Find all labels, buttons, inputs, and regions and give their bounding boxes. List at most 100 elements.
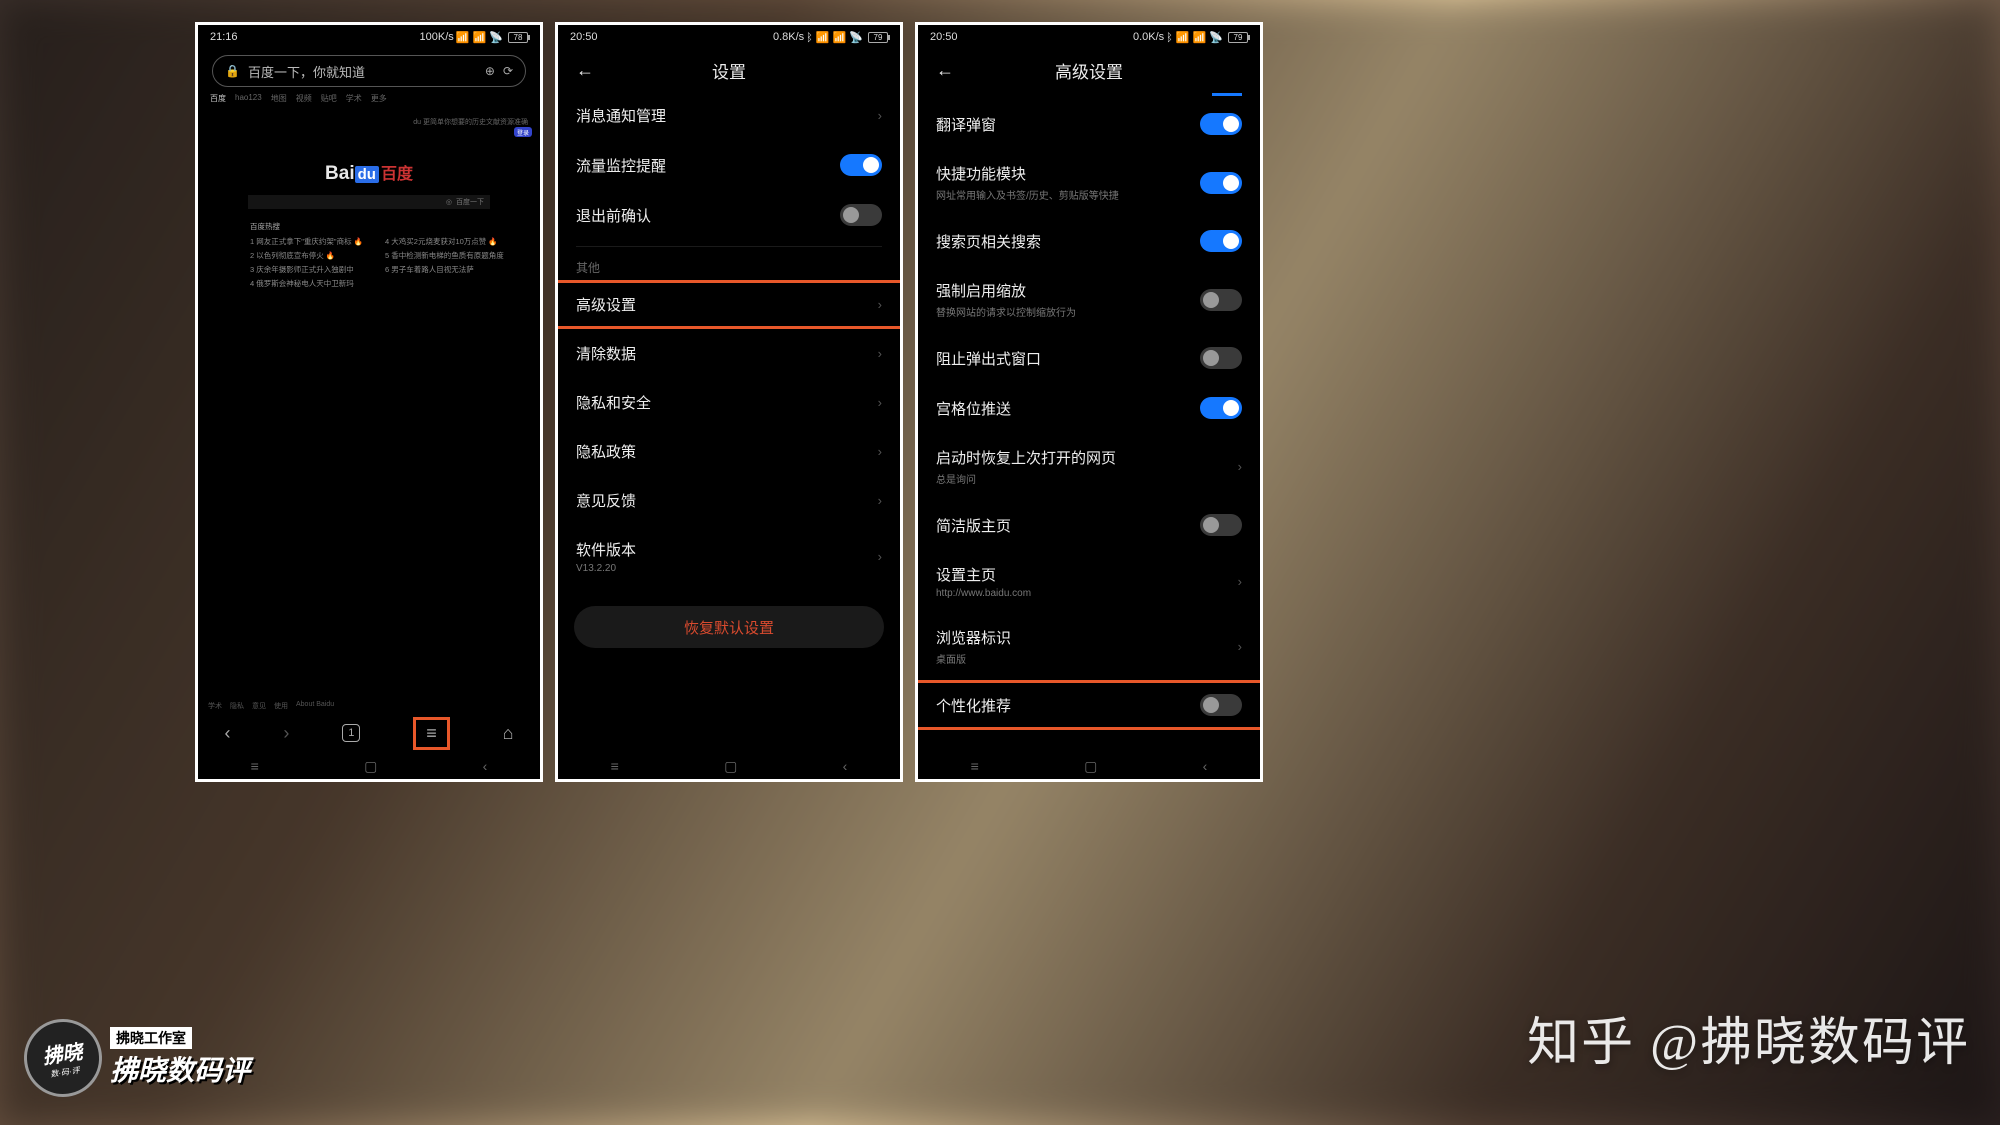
toggle-partial (1212, 93, 1242, 96)
clock: 20:50 (930, 31, 958, 43)
tab-link[interactable]: hao123 (235, 93, 262, 104)
recents-icon[interactable]: ≡ (611, 758, 619, 774)
toggle-switch[interactable] (1200, 113, 1242, 135)
netspeed: 0.8K/s (773, 31, 804, 43)
toggle-switch[interactable] (1200, 230, 1242, 252)
recents-icon[interactable]: ≡ (251, 758, 259, 774)
lock-icon: 🔒 (225, 64, 240, 78)
tab-link[interactable]: 贴吧 (321, 93, 337, 104)
home-key-icon[interactable]: ▢ (364, 758, 377, 775)
netspeed: 0.0K/s (1133, 31, 1164, 43)
toggle-switch[interactable] (1200, 347, 1242, 369)
restore-defaults-button[interactable]: 恢复默认设置 (574, 606, 884, 648)
menu-icon[interactable]: ≡ (413, 717, 450, 750)
back-key-icon[interactable]: ‹ (483, 758, 488, 774)
setting-row[interactable]: 意见反馈› (558, 476, 900, 525)
setting-sub: 网址常用输入及书签/历史、剪贴版等快捷 (936, 187, 1200, 202)
hot-item[interactable]: 3 庆余年摄影师正式升入独剧中 (250, 264, 363, 275)
setting-label: 翻译弹窗 (936, 114, 1200, 135)
setting-row[interactable]: 强制启用缩放替换网站的请求以控制缩放行为 (918, 266, 1260, 333)
baidu-logo: Baidu百度 (198, 160, 540, 185)
tab-link[interactable]: 更多 (371, 93, 387, 104)
status-bar: 20:50 0.0K/s ᛒ 📶 📶 📡 79 (918, 25, 1260, 49)
setting-row[interactable]: 翻译弹窗 (918, 99, 1260, 149)
clock: 21:16 (210, 31, 238, 43)
login-button[interactable]: 登录 (514, 127, 532, 137)
setting-label: 启动时恢复上次打开的网页 (936, 447, 1238, 468)
setting-label: 搜索页相关搜索 (936, 231, 1200, 252)
hot-item[interactable]: 4 俄罗斯会神秘电人天中卫新玛 (250, 278, 363, 289)
chevron-right-icon: › (878, 346, 882, 361)
back-icon[interactable]: ‹ (224, 723, 230, 744)
recents-icon[interactable]: ≡ (971, 758, 979, 774)
tabs-button[interactable]: 1 (342, 724, 360, 742)
hot-item[interactable]: 1 网友正式拿下"重庆约架"商标 🔥 (250, 236, 363, 247)
forward-icon[interactable]: › (283, 723, 289, 744)
battery-icon: 79 (1228, 32, 1248, 43)
setting-label: 个性化推荐 (936, 695, 1200, 716)
footer-links: 学术 隐私 意见 使用 About Baidu (198, 701, 540, 711)
setting-row[interactable]: 启动时恢复上次打开的网页总是询问› (918, 433, 1260, 500)
hot-item[interactable]: 5 香中检测新电梯的鱼质有原题角度 (385, 250, 504, 261)
setting-row[interactable]: 消息通知管理› (558, 91, 900, 140)
setting-row[interactable]: 简洁版主页 (918, 500, 1260, 550)
tab-link[interactable]: 视频 (296, 93, 312, 104)
setting-row[interactable]: 流量监控提醒 (558, 140, 900, 190)
home-key-icon[interactable]: ▢ (1084, 758, 1097, 775)
toggle-switch[interactable] (1200, 172, 1242, 194)
setting-row[interactable]: 快捷功能模块网址常用输入及书签/历史、剪贴版等快捷 (918, 149, 1260, 216)
search-box[interactable]: ◎ 百度一下 (248, 195, 490, 209)
setting-row[interactable]: 阻止弹出式窗口 (918, 333, 1260, 383)
status-bar: 20:50 0.8K/s ᛒ 📶 📶 📡 79 (558, 25, 900, 49)
tab-link[interactable]: 学术 (346, 93, 362, 104)
toggle-switch[interactable] (840, 204, 882, 226)
bookmark-add-icon[interactable]: ⊕ (485, 64, 495, 78)
tab-link[interactable]: 地图 (271, 93, 287, 104)
back-key-icon[interactable]: ‹ (843, 758, 848, 774)
home-icon[interactable]: ⌂ (503, 723, 514, 744)
battery-icon: 78 (508, 32, 528, 43)
hot-item[interactable]: 2 以色列彻底宣布停火 🔥 (250, 250, 363, 261)
home-key-icon[interactable]: ▢ (724, 758, 737, 775)
toggle-switch[interactable] (1200, 514, 1242, 536)
watermark: 知乎 @拂晓数码评 (1527, 1000, 1970, 1075)
netspeed: 100K/s (420, 31, 454, 43)
reload-icon[interactable]: ⟳ (503, 64, 513, 78)
tab-link[interactable]: 百度 (210, 93, 226, 104)
toggle-switch[interactable] (1200, 694, 1242, 716)
setting-row[interactable]: 个性化推荐 (915, 680, 1263, 730)
setting-row[interactable]: 浏览器标识桌面版› (918, 613, 1260, 680)
setting-label: 简洁版主页 (936, 515, 1200, 536)
setting-row[interactable]: 高级设置› (555, 280, 903, 329)
setting-row[interactable]: 隐私和安全› (558, 378, 900, 427)
hot-item[interactable]: 4 大鸡买2元烧麦获对10万点赞 🔥 (385, 236, 504, 247)
phone-advanced-settings: 20:50 0.0K/s ᛒ 📶 📶 📡 79 ← 高级设置 翻译弹窗快捷功能模… (915, 22, 1263, 782)
setting-row[interactable]: 软件版本V13.2.20› (558, 525, 900, 588)
header: ← 设置 (558, 49, 900, 91)
setting-row[interactable]: 退出前确认 (558, 190, 900, 240)
page-title: 高级设置 (918, 58, 1260, 83)
url-bar[interactable]: 🔒 百度一下，你就知道 ⊕ ⟳ (212, 55, 526, 87)
back-key-icon[interactable]: ‹ (1203, 758, 1208, 774)
chevron-right-icon: › (1238, 639, 1242, 654)
setting-row[interactable]: 设置主页http://www.baidu.com› (918, 550, 1260, 613)
author-logo: 拂晓 数·码·评 拂晓工作室 拂晓数码评 (24, 1019, 250, 1097)
camera-icon[interactable]: ◎ (446, 198, 452, 206)
setting-row[interactable]: 宫格位推送 (918, 383, 1260, 433)
chevron-right-icon: › (878, 549, 882, 564)
setting-row[interactable]: 清除数据› (558, 329, 900, 378)
search-button[interactable]: 百度一下 (456, 197, 484, 207)
setting-label: 消息通知管理 (576, 105, 878, 126)
stamp-circle: 拂晓 数·码·评 (19, 1014, 107, 1102)
chevron-right-icon: › (878, 108, 882, 123)
signal-icon: ᛒ 📶 📶 📡 (806, 31, 863, 44)
hot-item[interactable]: 6 男子车着路人目视无法萨 (385, 264, 504, 275)
chevron-right-icon: › (878, 493, 882, 508)
setting-row[interactable]: 隐私政策› (558, 427, 900, 476)
toggle-switch[interactable] (1200, 289, 1242, 311)
setting-row[interactable]: 搜索页相关搜索 (918, 216, 1260, 266)
toggle-switch[interactable] (1200, 397, 1242, 419)
setting-sub: 桌面版 (936, 651, 1238, 666)
toggle-switch[interactable] (840, 154, 882, 176)
stamp-line1: 拂晓工作室 (110, 1027, 192, 1049)
